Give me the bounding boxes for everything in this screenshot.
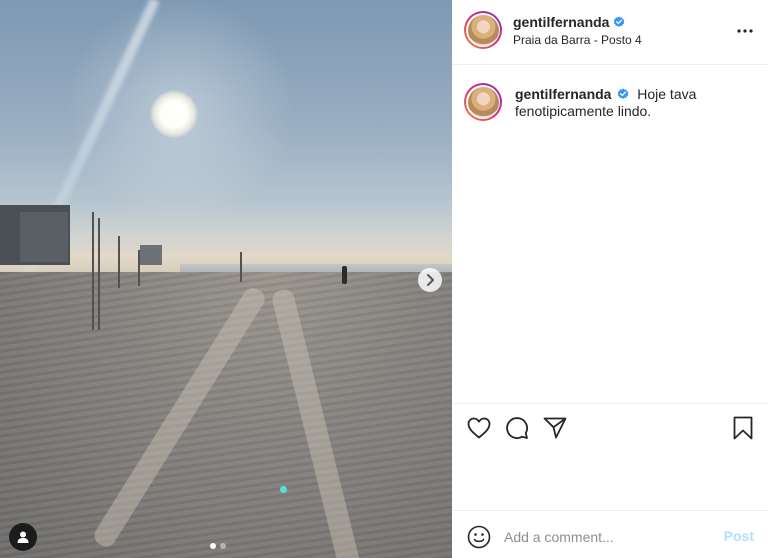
comment-button[interactable]	[504, 415, 530, 441]
caption-area: gentilfernanda Hoje tava fenotipicamente…	[452, 66, 768, 404]
like-button[interactable]	[466, 415, 492, 441]
caption-username-link[interactable]: gentilfernanda	[515, 86, 611, 102]
more-options-button[interactable]	[736, 22, 754, 40]
user-tag-button[interactable]	[9, 523, 37, 551]
city-building	[20, 212, 68, 262]
location-link[interactable]: Praia da Barra - Posto 4	[513, 33, 642, 47]
person-walking	[342, 266, 347, 284]
caption-avatar[interactable]	[464, 83, 502, 121]
sun	[150, 90, 198, 138]
light-spark	[280, 486, 287, 493]
distant-building	[140, 245, 162, 265]
emoji-smiley-icon	[467, 525, 491, 549]
action-bar	[452, 405, 768, 511]
comment-bubble-icon	[506, 417, 528, 439]
user-tag-icon	[17, 531, 29, 543]
avatar-photo	[467, 86, 499, 118]
carousel-dot	[220, 543, 226, 549]
carousel-dot	[210, 543, 216, 549]
carousel-next-button[interactable]	[418, 268, 442, 292]
save-button[interactable]	[730, 415, 756, 441]
emoji-picker-button[interactable]	[466, 524, 492, 550]
beach-sand	[0, 272, 452, 558]
more-options-icon	[737, 29, 753, 33]
beach-pole	[118, 236, 120, 288]
carousel-indicator	[210, 543, 226, 549]
comment-input[interactable]	[504, 524, 704, 550]
username-link[interactable]: gentilfernanda	[513, 14, 609, 30]
post-side-panel: gentilfernanda Praia da Barra - Posto 4 …	[452, 0, 768, 558]
beach-pole	[240, 252, 242, 282]
heart-icon	[467, 417, 491, 439]
bookmark-icon	[733, 416, 753, 440]
post-header: gentilfernanda Praia da Barra - Posto 4	[452, 0, 768, 65]
post-photo[interactable]	[0, 0, 452, 558]
beach-pole	[138, 250, 140, 286]
chevron-right-icon	[427, 274, 434, 286]
beach-pole	[92, 212, 94, 330]
paper-plane-icon	[543, 417, 567, 439]
avatar-photo	[467, 14, 499, 46]
caption-text-block: gentilfernanda Hoje tava fenotipicamente…	[515, 86, 755, 120]
verified-badge-icon	[618, 88, 629, 99]
comment-composer: Post	[452, 512, 768, 558]
header-username-row: gentilfernanda	[513, 14, 625, 30]
verified-badge-icon	[614, 16, 625, 27]
share-button[interactable]	[542, 415, 568, 441]
avatar[interactable]	[464, 11, 502, 49]
beach-pole	[98, 218, 100, 330]
post-comment-button[interactable]: Post	[724, 528, 754, 544]
